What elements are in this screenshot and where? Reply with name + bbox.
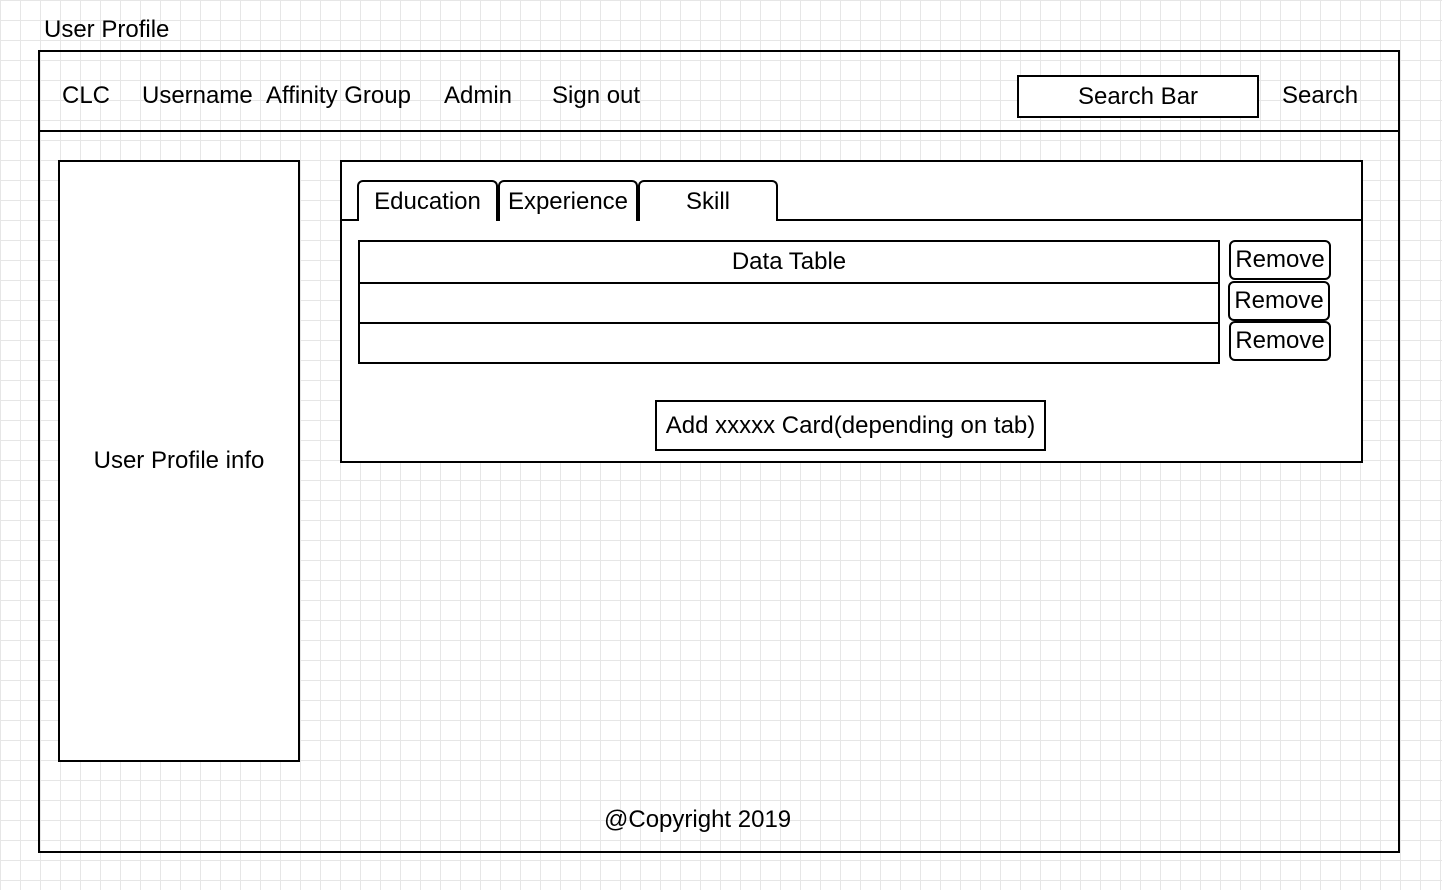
user-profile-info-label: User Profile info bbox=[93, 447, 265, 474]
search-input[interactable]: Search Bar bbox=[1017, 75, 1259, 118]
search-button[interactable]: Search bbox=[1282, 84, 1358, 108]
header-divider bbox=[38, 130, 1398, 132]
tab-education[interactable]: Education bbox=[357, 180, 498, 221]
nav-admin[interactable]: Admin bbox=[444, 84, 512, 108]
table-row: Data Table bbox=[360, 242, 1218, 282]
add-card-button[interactable]: Add xxxxx Card(depending on tab) bbox=[655, 400, 1046, 451]
nav-username[interactable]: Username bbox=[142, 84, 253, 108]
remove-button[interactable]: Remove bbox=[1229, 321, 1331, 361]
table-row bbox=[360, 282, 1218, 322]
tab-experience[interactable]: Experience bbox=[498, 180, 638, 221]
remove-button-label: Remove bbox=[1234, 287, 1324, 314]
data-table: Data Table bbox=[358, 240, 1220, 364]
page-title: User Profile bbox=[44, 16, 170, 43]
remove-button-label: Remove bbox=[1235, 246, 1325, 273]
table-row-text: Data Table bbox=[731, 248, 847, 275]
remove-button[interactable]: Remove bbox=[1228, 281, 1330, 321]
copyright-footer: @Copyright 2019 bbox=[604, 806, 792, 833]
tab-skill-label: Skill bbox=[685, 187, 730, 215]
tab-skill[interactable]: Skill bbox=[638, 180, 778, 221]
remove-button[interactable]: Remove bbox=[1229, 240, 1331, 280]
table-row bbox=[360, 322, 1218, 362]
nav-affinity-group[interactable]: Affinity Group bbox=[266, 84, 411, 108]
search-input-label: Search Bar bbox=[1077, 82, 1199, 110]
add-card-button-label: Add xxxxx Card(depending on tab) bbox=[665, 411, 1036, 439]
remove-button-label: Remove bbox=[1235, 327, 1325, 354]
tab-education-label: Education bbox=[374, 187, 481, 215]
user-profile-panel: User Profile info bbox=[58, 160, 300, 762]
nav-sign-out[interactable]: Sign out bbox=[552, 84, 640, 108]
brand-link[interactable]: CLC bbox=[62, 84, 110, 108]
tab-experience-label: Experience bbox=[507, 187, 629, 215]
